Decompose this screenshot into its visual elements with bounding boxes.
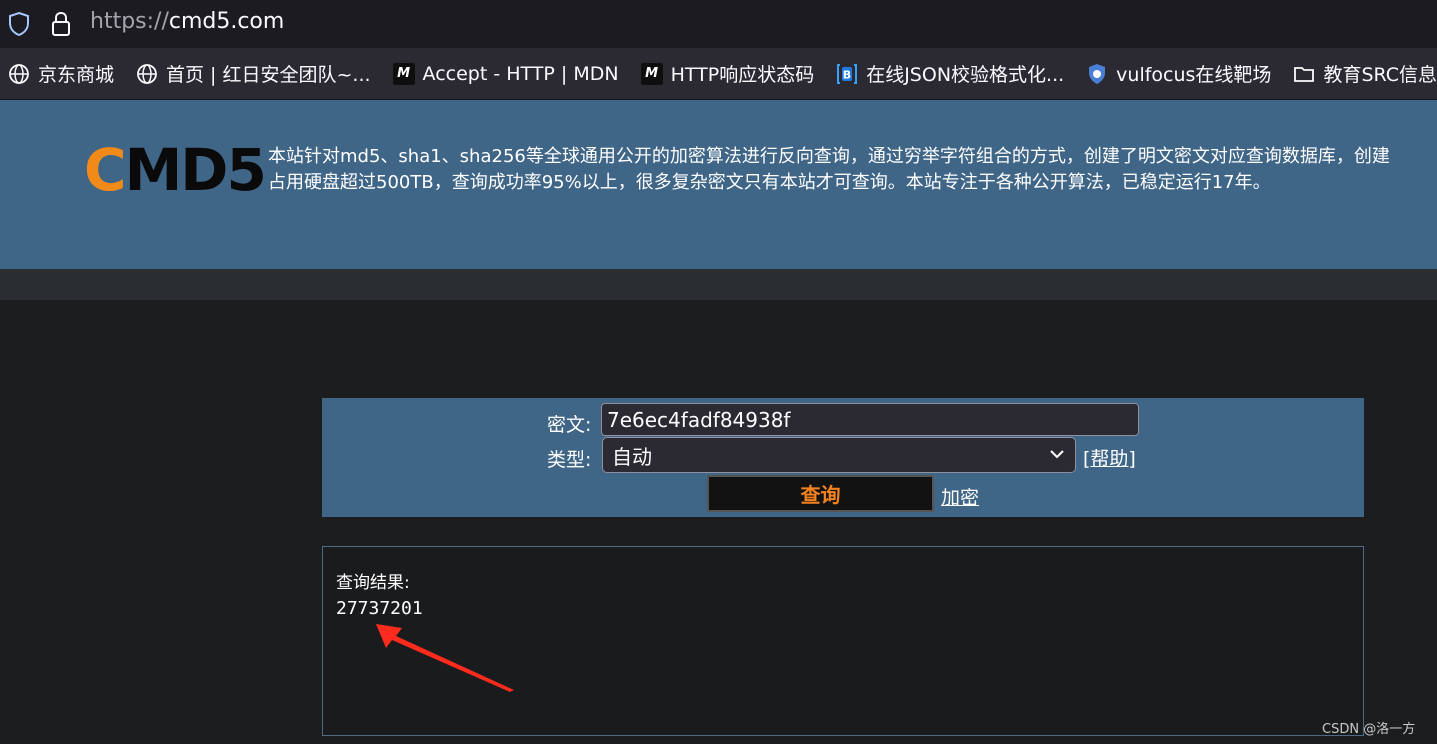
bookmark-bejson[interactable]: B 在线JSON校验格式化... xyxy=(836,60,1064,87)
result-value: 27737201 xyxy=(336,598,423,619)
watermark: CSDN @洛一方 xyxy=(1322,722,1416,737)
site-logo[interactable]: C MD5 xyxy=(84,136,267,204)
cipher-label: 密文: xyxy=(547,414,592,436)
bookmark-mdn-accept[interactable]: M Accept - HTTP | MDN xyxy=(392,62,619,85)
bookmark-hongri[interactable]: 首页 | 红日安全团队~... xyxy=(136,60,371,87)
bug-shield-icon xyxy=(1086,63,1108,85)
bookmark-label: Accept - HTTP | MDN xyxy=(422,62,619,85)
bookmark-label: 教育SRC信息搜 xyxy=(1323,64,1437,86)
globe-icon xyxy=(8,63,30,85)
query-button[interactable]: 查询 xyxy=(707,475,934,512)
url-bar[interactable]: https://cmd5.com xyxy=(0,0,1437,48)
url-host: cmd5.com xyxy=(168,9,285,34)
bejson-icon: B xyxy=(836,63,858,85)
bookmark-label: 京东商城 xyxy=(38,64,115,86)
bookmark-vulfocus[interactable]: vulfocus在线靶场 xyxy=(1086,60,1271,87)
type-select[interactable]: 自动 xyxy=(602,437,1076,473)
shield-icon[interactable] xyxy=(8,11,30,37)
bookmark-mdn-status[interactable]: M HTTP响应状态码 xyxy=(640,60,815,87)
type-selected-value: 自动 xyxy=(612,444,652,469)
bookmark-label: 在线JSON校验格式化... xyxy=(866,64,1065,86)
intro-line: 本站针对md5、sha1、sha256等全球通用公开的加密算法进行反向查询，通过… xyxy=(268,146,1390,167)
bookmark-jd[interactable]: 京东商城 xyxy=(8,60,114,87)
svg-text:B: B xyxy=(843,68,851,81)
mdn-icon: M xyxy=(392,62,415,85)
bookmark-edu-src[interactable]: 教育SRC信息搜 xyxy=(1293,60,1437,87)
logo-c: C xyxy=(84,136,127,204)
bookmarks-bar: 京东商城 首页 | 红日安全团队~... M Accept - HTTP | M… xyxy=(0,48,1437,100)
cipher-value: 7e6ec4fadf84938f xyxy=(607,407,791,432)
cipher-input[interactable]: 7e6ec4fadf84938f xyxy=(601,403,1139,436)
encrypt-link[interactable]: 加密 xyxy=(941,483,979,510)
bookmark-label: vulfocus在线靶场 xyxy=(1116,64,1272,86)
url-text[interactable]: https://cmd5.com xyxy=(90,9,284,34)
type-label: 类型: xyxy=(547,449,592,471)
annotation-arrow-icon xyxy=(376,624,514,692)
result-label: 查询结果: xyxy=(336,573,410,593)
intro-line: 占用硬盘超过500TB，查询成功率95%以上，很多复杂密文只有本站才可查询。本站… xyxy=(268,172,1271,193)
bookmark-label: HTTP响应状态码 xyxy=(670,64,815,86)
mdn-icon: M xyxy=(640,62,663,85)
globe-icon xyxy=(136,63,158,85)
folder-icon xyxy=(1293,63,1315,85)
bookmark-label: 首页 | 红日安全团队~... xyxy=(166,64,371,86)
site-intro: 本站针对md5、sha1、sha256等全球通用公开的加密算法进行反向查询，通过… xyxy=(268,144,1437,196)
nav-stripe xyxy=(0,269,1437,300)
help-link[interactable]: [帮助] xyxy=(1083,444,1136,471)
chevron-down-icon xyxy=(1050,450,1064,459)
lock-icon[interactable] xyxy=(50,11,72,37)
logo-md5: MD5 xyxy=(124,136,267,204)
url-protocol: https:// xyxy=(90,9,169,34)
